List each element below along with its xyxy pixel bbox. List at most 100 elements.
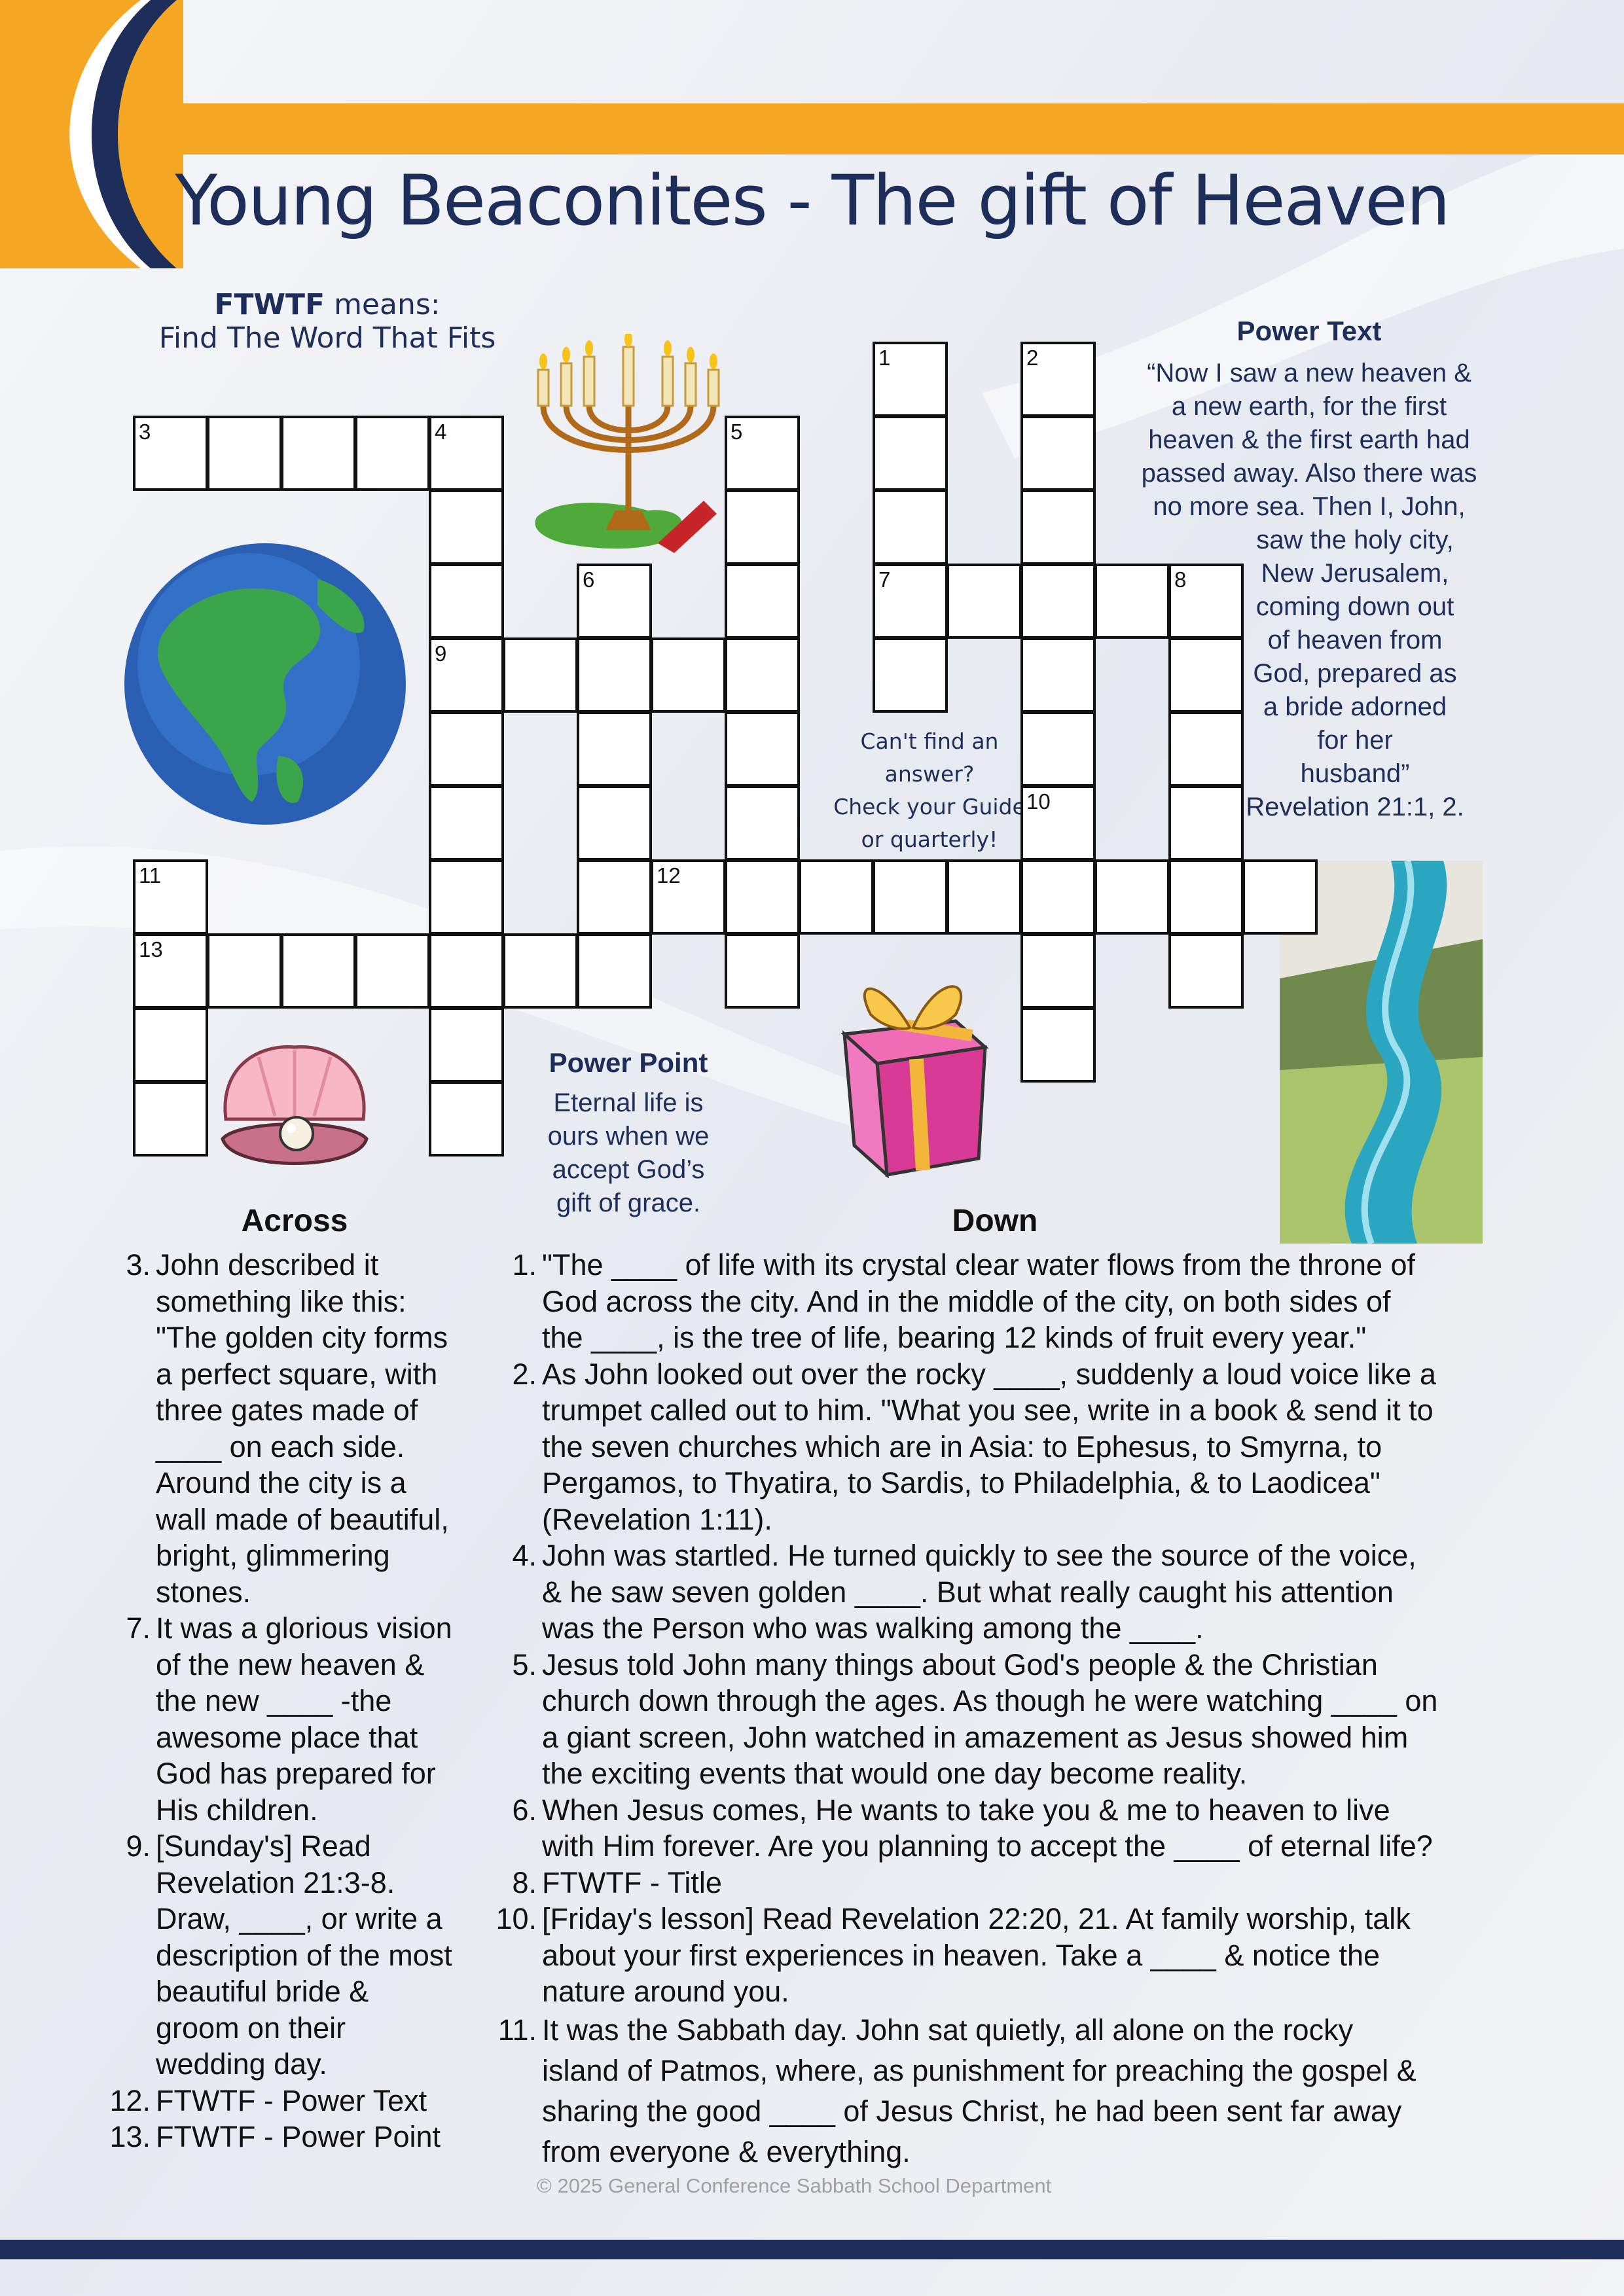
grid-cell[interactable] <box>1168 859 1244 935</box>
grid-cell[interactable]: 12 <box>651 859 726 935</box>
clue-text-line: wedding day. <box>156 2047 327 2081</box>
grid-cell[interactable]: 10 <box>1020 785 1096 861</box>
clue-text-line: His children. <box>156 1793 318 1827</box>
grid-cell[interactable]: 2 <box>1020 342 1096 417</box>
grid-cell[interactable] <box>725 490 800 565</box>
grid-cell[interactable] <box>429 859 504 935</box>
grid-cell[interactable] <box>207 416 282 491</box>
down-clue: 11. It was the Sabbath day. John sat quie… <box>491 2010 1512 2172</box>
grid-cell[interactable] <box>503 637 578 713</box>
grid-cell[interactable] <box>577 933 652 1009</box>
grid-cell[interactable] <box>947 564 1022 639</box>
clue-number: 8. <box>512 1865 537 1899</box>
down-clue: 8. FTWTF - Title <box>491 1865 1512 1901</box>
clue-number: 3 <box>139 420 151 444</box>
down-clue: 4. John was startled. He turned quickly t… <box>491 1537 1512 1647</box>
clue-number: 11. <box>497 2013 537 2047</box>
clue-text-line: awesome place that <box>156 1720 418 1754</box>
grid-cell[interactable] <box>1168 933 1244 1009</box>
clue-text-line: with Him forever. Are you planning to ac… <box>542 1829 1433 1863</box>
grid-cell[interactable]: 11 <box>133 859 208 935</box>
grid-cell[interactable] <box>725 859 800 935</box>
grid-cell[interactable] <box>429 711 504 787</box>
grid-cell[interactable] <box>725 564 800 639</box>
grid-cell[interactable]: 7 <box>873 564 948 639</box>
grid-cell[interactable] <box>725 637 800 713</box>
grid-cell[interactable] <box>1168 785 1244 861</box>
grid-cell[interactable] <box>1242 859 1318 935</box>
grid-cell[interactable] <box>503 933 578 1009</box>
grid-cell[interactable]: 1 <box>873 342 948 417</box>
grid-cell[interactable] <box>207 933 282 1009</box>
grid-cell[interactable] <box>429 1007 504 1083</box>
help-note: Can't find an answer? Check your Guide or q… <box>812 725 1047 856</box>
grid-cell[interactable] <box>1020 1007 1096 1083</box>
clue-text-line: the ____, is the tree of life, bearing 1… <box>542 1321 1367 1354</box>
grid-cell[interactable] <box>725 711 800 787</box>
grid-cell[interactable] <box>1020 859 1096 935</box>
grid-cell[interactable] <box>873 490 948 565</box>
grid-cell[interactable] <box>1094 564 1170 639</box>
pearl-shell-icon <box>221 1045 369 1165</box>
grid-cell[interactable] <box>651 637 726 713</box>
grid-cell[interactable] <box>1168 637 1244 713</box>
grid-cell[interactable]: 6 <box>577 564 652 639</box>
clue-text-line: [Friday's lesson] Read Revelation 22:20,… <box>542 1902 1411 1935</box>
grid-cell[interactable] <box>577 859 652 935</box>
grid-cell[interactable] <box>1020 637 1096 713</box>
power-text-line: heaven & the first earth had <box>1148 425 1470 454</box>
power-text-line: a new earth, for the first <box>1171 392 1447 421</box>
grid-cell[interactable] <box>1020 416 1096 491</box>
clue-number: 6 <box>583 567 595 592</box>
clue-text-line: of the new heaven & <box>156 1647 425 1681</box>
grid-cell[interactable] <box>1020 564 1096 639</box>
power-text-line: “Now I saw a new heaven & <box>1147 359 1471 387</box>
grid-cell[interactable]: 8 <box>1168 564 1244 639</box>
grid-cell[interactable] <box>873 416 948 491</box>
clue-number: 5. <box>512 1647 537 1681</box>
grid-cell[interactable] <box>725 933 800 1009</box>
down-clue-list: 1. "The ____ of life with its crystal cle… <box>491 1247 1512 2172</box>
grid-cell[interactable] <box>1020 711 1096 787</box>
power-point-heading: Power Point <box>549 1047 708 1078</box>
grid-cell[interactable]: 3 <box>133 416 208 491</box>
grid-cell[interactable] <box>947 859 1022 935</box>
grid-cell[interactable] <box>355 933 430 1009</box>
grid-cell[interactable]: 9 <box>429 637 504 713</box>
grid-cell[interactable] <box>133 1081 208 1157</box>
grid-cell[interactable]: 13 <box>133 933 208 1009</box>
clue-number: 10 <box>1026 789 1051 814</box>
grid-cell[interactable]: 4 <box>429 416 504 491</box>
clue-number: 1 <box>878 346 891 370</box>
copyright: © 2025 General Conference Sabbath School… <box>537 2174 1052 2197</box>
grid-cell[interactable] <box>281 416 356 491</box>
grid-cell[interactable] <box>577 637 652 713</box>
clue-text-line: the seven churches which are in Asia: to… <box>542 1429 1382 1463</box>
clue-number: 7. <box>126 1611 151 1645</box>
grid-cell[interactable] <box>1020 490 1096 565</box>
grid-cell[interactable] <box>429 564 504 639</box>
grid-cell[interactable]: 5 <box>725 416 800 491</box>
grid-cell[interactable] <box>725 785 800 861</box>
grid-cell[interactable] <box>873 637 948 713</box>
grid-cell[interactable] <box>429 785 504 861</box>
clue-number: 4 <box>435 420 447 444</box>
grid-cell[interactable] <box>799 859 874 935</box>
grid-cell[interactable] <box>429 490 504 565</box>
across-clue: 7. It was a glorious vision of the new hea… <box>105 1610 484 1828</box>
down-clue: 2. As John looked out over the rocky ____… <box>491 1356 1512 1538</box>
grid-cell[interactable] <box>133 1007 208 1083</box>
grid-cell[interactable] <box>429 1081 504 1157</box>
grid-cell[interactable] <box>1094 859 1170 935</box>
clue-number: 12 <box>657 863 681 888</box>
grid-cell[interactable] <box>873 859 948 935</box>
grid-cell[interactable] <box>429 933 504 1009</box>
grid-cell[interactable] <box>1020 933 1096 1009</box>
grid-cell[interactable] <box>281 933 356 1009</box>
grid-cell[interactable] <box>1168 711 1244 787</box>
power-text-line: passed away. Also there was <box>1141 459 1477 488</box>
grid-cell[interactable] <box>577 711 652 787</box>
ftwtf-meaning: Find The Word That Fits <box>158 321 496 355</box>
grid-cell[interactable] <box>577 785 652 861</box>
grid-cell[interactable] <box>355 416 430 491</box>
